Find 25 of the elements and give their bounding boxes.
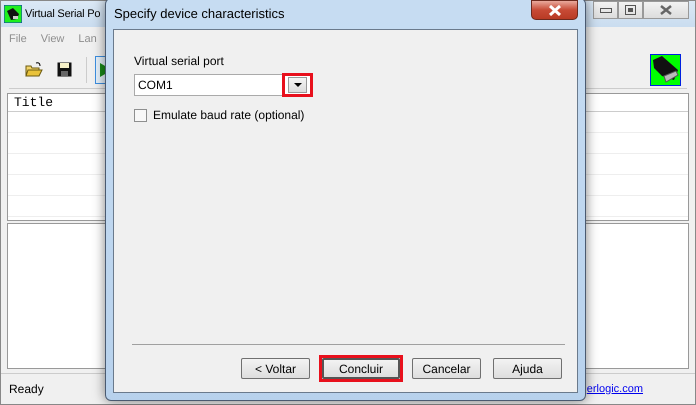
close-icon bbox=[660, 5, 672, 15]
maximize-icon bbox=[625, 5, 636, 15]
checkbox-label: Emulate baud rate (optional) bbox=[153, 107, 304, 124]
serial-connector-icon bbox=[650, 54, 681, 86]
status-text: Ready bbox=[9, 381, 44, 398]
caret-icon[interactable] bbox=[294, 83, 302, 87]
port-dropdown[interactable]: COM1 bbox=[134, 74, 312, 96]
minimize-icon bbox=[600, 8, 612, 12]
website-link[interactable]: erlogic.com bbox=[586, 380, 643, 398]
serial-connector-icon bbox=[4, 5, 22, 23]
window-title: Virtual Serial Po bbox=[25, 6, 100, 22]
close-button[interactable] bbox=[531, 0, 578, 20]
dialog-button[interactable]: Ajuda bbox=[493, 358, 562, 379]
open-folder-icon[interactable] bbox=[25, 62, 43, 78]
maximize-button[interactable] bbox=[618, 1, 643, 19]
minimize-button[interactable] bbox=[593, 1, 618, 19]
close-button[interactable] bbox=[643, 1, 689, 19]
dialog-title: Specify device characteristics bbox=[114, 5, 285, 24]
checkbox[interactable] bbox=[134, 108, 147, 122]
dialog-button[interactable]: Concluir bbox=[322, 358, 400, 379]
dialog-button[interactable]: Cancelar bbox=[412, 358, 481, 379]
close-icon bbox=[548, 4, 562, 16]
save-icon[interactable] bbox=[57, 62, 72, 77]
field-label: Virtual serial port bbox=[134, 53, 225, 70]
dialog-button[interactable]: < Voltar bbox=[241, 358, 310, 379]
